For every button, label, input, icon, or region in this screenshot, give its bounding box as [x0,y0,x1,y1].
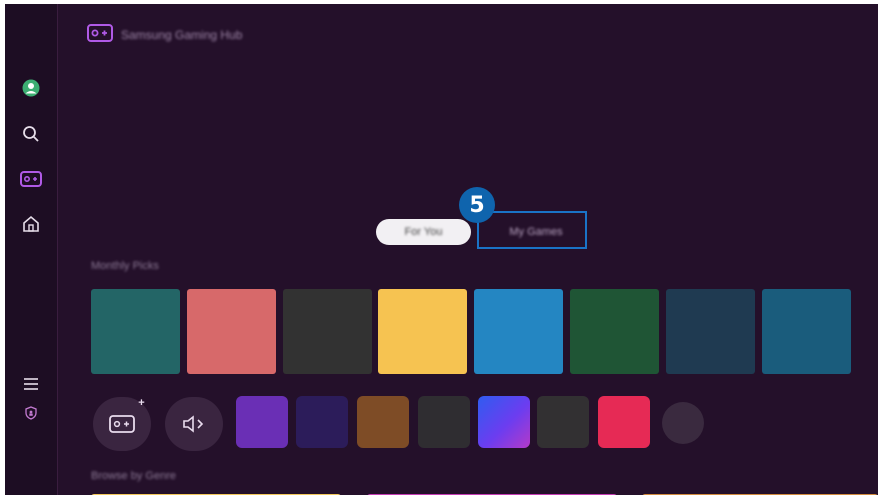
genre-card[interactable] [91,494,341,495]
game-tile[interactable] [666,289,755,374]
game-tile[interactable] [283,289,372,374]
menu-icon[interactable] [19,372,43,396]
tab-for-you-label: For You [404,226,443,238]
sound-output-button[interactable] [165,397,223,451]
game-tile[interactable] [187,289,276,374]
plus-icon: + [138,397,145,409]
app-tile[interactable] [357,396,409,448]
app-tile[interactable] [296,396,348,448]
game-tile[interactable] [474,289,563,374]
tv-screen: Samsung Gaming Hub For You My Games 5 Mo… [5,4,878,495]
game-tile[interactable] [378,289,467,374]
app-tile[interactable] [662,402,704,444]
section-title-browse-by-genre: Browse by Genre [91,470,176,482]
app-tile[interactable] [236,396,288,448]
controller-icon [109,415,135,433]
game-tile[interactable] [762,289,851,374]
game-tile[interactable] [91,289,180,374]
genre-card[interactable] [367,494,617,495]
focus-highlight [477,211,587,249]
game-tile[interactable] [570,289,659,374]
brand-name: Samsung Gaming Hub [121,28,243,42]
app-tile[interactable] [478,396,530,448]
brand-header: Samsung Gaming Hub [87,23,243,47]
sidebar [5,4,58,495]
gaming-hub-icon[interactable] [19,167,43,191]
search-icon[interactable] [19,122,43,146]
profile-avatar-icon[interactable] [19,76,43,100]
app-tile[interactable] [598,396,650,448]
app-tile[interactable] [537,396,589,448]
tab-for-you[interactable]: For You [376,219,471,245]
section-title-monthly-picks: Monthly Picks [91,260,159,272]
genre-card[interactable] [642,494,878,495]
home-icon[interactable] [19,212,43,236]
privacy-shield-icon[interactable] [19,401,43,425]
speaker-icon [183,415,204,433]
step-number-badge: 5 [459,187,495,223]
app-tile[interactable] [418,396,470,448]
gaming-hub-logo-icon [87,23,113,47]
